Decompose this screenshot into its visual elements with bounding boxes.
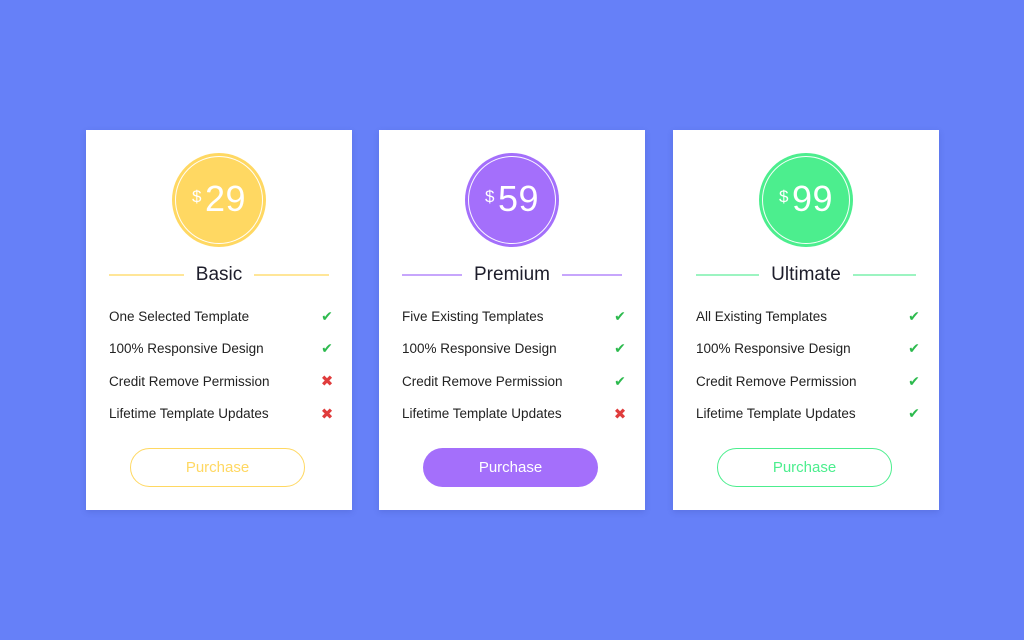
feature-label: Lifetime Template Updates xyxy=(109,406,269,422)
price-amount: 29 xyxy=(204,178,246,219)
feature-item: 100% Responsive Design ✔ xyxy=(109,333,334,366)
feature-label: 100% Responsive Design xyxy=(109,341,264,357)
plan-title-row: Basic xyxy=(109,263,329,287)
pricing-card-premium: $59 Premium Five Existing Templates ✔ 100… xyxy=(379,130,645,510)
feature-label: Lifetime Template Updates xyxy=(402,406,562,422)
price: $29 xyxy=(172,179,266,219)
plan-title-row: Ultimate xyxy=(696,263,916,287)
check-icon: ✔ xyxy=(614,307,626,324)
feature-label: Five Existing Templates xyxy=(402,308,544,324)
cross-icon: ✖ xyxy=(613,405,627,423)
purchase-button-ultimate[interactable]: Purchase xyxy=(717,448,892,487)
price-amount: 99 xyxy=(791,178,833,219)
feature-item: Five Existing Templates ✔ xyxy=(402,300,627,333)
pricing-card-basic: $29 Basic One Selected Template ✔ 100% Re… xyxy=(86,130,352,510)
price-badge: $99 xyxy=(759,153,853,247)
plan-name: Ultimate xyxy=(771,264,841,285)
divider-line-right xyxy=(562,274,623,276)
purchase-button-basic[interactable]: Purchase xyxy=(130,448,305,487)
check-icon: ✔ xyxy=(321,340,333,357)
pricing-table: $29 Basic One Selected Template ✔ 100% Re… xyxy=(0,0,1024,640)
check-icon: ✔ xyxy=(908,372,920,389)
divider-line-left xyxy=(696,274,760,276)
divider-line-left xyxy=(109,274,184,276)
feature-item: Credit Remove Permission ✖ xyxy=(109,365,334,398)
divider-line-left xyxy=(402,274,462,276)
feature-label: Lifetime Template Updates xyxy=(696,406,856,422)
feature-item: Credit Remove Permission ✔ xyxy=(696,365,921,398)
purchase-button-premium[interactable]: Purchase xyxy=(423,448,598,487)
check-icon: ✔ xyxy=(321,307,333,324)
price-amount: 59 xyxy=(497,178,539,219)
feature-label: Credit Remove Permission xyxy=(402,373,563,389)
check-icon: ✔ xyxy=(908,307,920,324)
feature-item: All Existing Templates ✔ xyxy=(696,300,921,333)
feature-item: Lifetime Template Updates ✖ xyxy=(402,398,627,431)
feature-label: All Existing Templates xyxy=(696,308,828,324)
plan-title-row: Premium xyxy=(402,263,623,287)
cross-icon: ✖ xyxy=(320,405,334,423)
feature-item: Lifetime Template Updates ✔ xyxy=(696,398,921,431)
plan-name: Premium xyxy=(474,264,551,285)
cross-icon: ✖ xyxy=(320,373,334,391)
feature-item: Lifetime Template Updates ✖ xyxy=(109,398,334,431)
price-badge: $29 xyxy=(172,153,266,247)
check-icon: ✔ xyxy=(908,340,920,357)
feature-label: 100% Responsive Design xyxy=(696,341,851,357)
price-badge: $59 xyxy=(465,153,559,247)
feature-label: 100% Responsive Design xyxy=(402,341,557,357)
feature-label: One Selected Template xyxy=(109,308,250,324)
currency-symbol: $ xyxy=(778,187,789,206)
pricing-card-ultimate: $99 Ultimate All Existing Templates ✔ 100… xyxy=(673,130,939,510)
plan-name: Basic xyxy=(195,264,243,285)
check-icon: ✔ xyxy=(908,405,920,422)
feature-list: All Existing Templates ✔ 100% Responsive … xyxy=(696,300,921,430)
feature-label: Credit Remove Permission xyxy=(696,373,857,389)
divider-line-right xyxy=(254,274,329,276)
feature-item: Credit Remove Permission ✔ xyxy=(402,365,627,398)
feature-label: Credit Remove Permission xyxy=(109,373,270,389)
feature-item: 100% Responsive Design ✔ xyxy=(696,333,921,366)
feature-item: One Selected Template ✔ xyxy=(109,300,334,333)
divider-line-right xyxy=(852,274,916,276)
price: $59 xyxy=(465,179,559,219)
check-icon: ✔ xyxy=(614,372,626,389)
currency-symbol: $ xyxy=(191,187,202,206)
check-icon: ✔ xyxy=(614,340,626,357)
price: $99 xyxy=(759,179,853,219)
feature-item: 100% Responsive Design ✔ xyxy=(402,333,627,366)
feature-list: Five Existing Templates ✔ 100% Responsive… xyxy=(402,300,627,430)
currency-symbol: $ xyxy=(484,187,495,206)
feature-list: One Selected Template ✔ 100% Responsive D… xyxy=(109,300,334,430)
